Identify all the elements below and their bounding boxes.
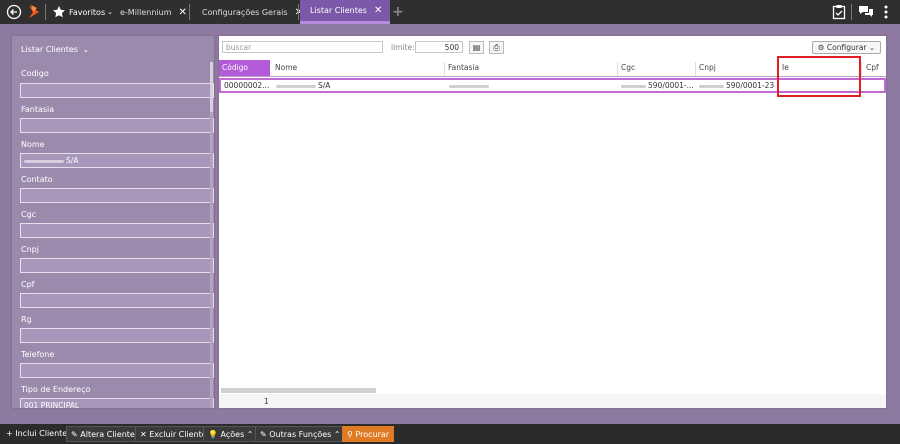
column-header-cpf[interactable]: Cpf: [863, 60, 886, 76]
cpf-input[interactable]: [20, 293, 214, 308]
acoes-button[interactable]: 💡 Ações ⌃: [203, 426, 259, 442]
limit-input[interactable]: 500: [415, 41, 463, 53]
cell-cgc: 590/0001-...: [621, 80, 695, 91]
lightbulb-icon: 💡: [208, 430, 218, 439]
cnpj-label: Cnpj: [21, 245, 39, 254]
altera-cliente-button[interactable]: ✎ Altera Cliente: [66, 426, 140, 442]
close-icon: ✕: [140, 430, 147, 439]
nome-input[interactable]: S/A: [20, 153, 214, 168]
chevron-down-icon: ⌄: [107, 8, 113, 16]
tab-e-millennium[interactable]: e-Millennium ✕: [120, 0, 187, 24]
cell-cnpj-text: 590/0001-23: [726, 81, 775, 90]
panel-scrollbar-thumb[interactable]: [210, 62, 213, 112]
tab-configuracoes-gerais[interactable]: Configurações Gerais✕: [202, 0, 303, 24]
codigo-input[interactable]: [20, 83, 214, 98]
configurar-label: Configurar: [826, 43, 867, 52]
outras-funcoes-button[interactable]: ✎ Outras Funções ⌃: [255, 426, 346, 442]
filter-panel: Listar Clientes ⌄ Codigo Fantasia Nome S…: [12, 36, 214, 408]
cell-fantasia: [449, 80, 614, 91]
search-icon: ⚲: [347, 430, 353, 439]
column-header-cgc[interactable]: Cgc: [618, 60, 695, 76]
top-bar: Favoritos ⌄ e-Millennium ✕ Configurações G…: [0, 0, 900, 24]
chevron-up-icon: ⌃: [333, 430, 341, 439]
clipboard-check-icon[interactable]: [832, 0, 846, 24]
cell-cgc-text: 590/0001-...: [648, 81, 694, 90]
inclui-cliente-button[interactable]: + Inclui Cliente: [2, 426, 71, 442]
printer-icon: ⎙: [493, 43, 500, 52]
tipo-endereco-label: Tipo de Endereço: [21, 385, 91, 394]
cgc-label: Cgc: [21, 210, 37, 219]
excluir-label: Excluir Cliente: [149, 430, 207, 439]
search-input[interactable]: buscar: [222, 41, 383, 53]
edit-icon: ✎: [71, 430, 78, 439]
outras-label: Outras Funções: [269, 430, 332, 439]
cpf-label: Cpf: [21, 280, 35, 289]
telefone-label: Telefone: [21, 350, 55, 359]
app-logo-icon[interactable]: [27, 0, 41, 24]
cell-codigo: 00000002...: [224, 81, 270, 90]
chevron-up-icon: ⌃: [246, 430, 254, 439]
cell-cpf: [866, 80, 886, 91]
add-tab-icon[interactable]: +: [392, 0, 404, 24]
procurar-button[interactable]: ⚲ Procurar: [342, 426, 395, 442]
page-number[interactable]: 1: [264, 397, 269, 406]
chevron-down-icon: ⌄: [868, 43, 876, 52]
codigo-label: Codigo: [21, 69, 49, 78]
acoes-label: Ações: [220, 430, 245, 439]
cnpj-input[interactable]: [20, 258, 214, 273]
fantasia-input[interactable]: [20, 118, 214, 133]
altera-label: Altera Cliente: [80, 430, 135, 439]
pager: 1: [219, 394, 886, 408]
export-button[interactable]: ▤: [469, 41, 484, 54]
more-vert-icon[interactable]: [884, 0, 888, 24]
rg-input[interactable]: [20, 328, 214, 343]
document-icon: ▤: [472, 43, 481, 52]
cell-nome: S/A: [276, 80, 441, 91]
back-icon[interactable]: [6, 0, 22, 24]
chat-icon[interactable]: [858, 0, 874, 24]
contato-input[interactable]: [20, 188, 214, 203]
print-button[interactable]: ⎙: [489, 41, 504, 54]
bottom-action-bar: + Inclui Cliente ✎ Altera Cliente ✕ Excl…: [0, 424, 900, 444]
favorites-star-icon[interactable]: [52, 0, 66, 24]
main-grid-panel: buscar limite: 500 ▤ ⎙ ⚙ Configurar ⌄ Có…: [219, 36, 886, 408]
favoritos-label: Favoritos: [69, 7, 106, 17]
cell-cnpj: 590/0001-23: [699, 80, 779, 91]
cgc-input[interactable]: [20, 223, 214, 238]
column-header-cnpj[interactable]: Cnpj: [696, 60, 777, 76]
tab-listar-clientes[interactable]: Listar Clientes ✕: [300, 0, 391, 24]
horizontal-scrollbar-thumb[interactable]: [221, 388, 376, 393]
panel-scrollbar[interactable]: [210, 62, 213, 408]
tab-label: Listar Clientes: [310, 6, 367, 15]
panel-title[interactable]: Listar Clientes ⌄: [21, 45, 89, 54]
column-header-nome[interactable]: Nome: [272, 60, 444, 76]
edit-icon: ✎: [260, 430, 267, 439]
gear-icon: ⚙: [817, 43, 825, 52]
close-icon[interactable]: ✕: [374, 5, 382, 16]
contato-label: Contato: [21, 175, 53, 184]
nome-value: S/A: [66, 156, 79, 165]
tab-label: e-Millennium: [120, 7, 172, 17]
fantasia-label: Fantasia: [21, 105, 55, 114]
column-header-codigo[interactable]: Código: [219, 60, 270, 76]
close-icon[interactable]: ✕: [179, 7, 187, 18]
cell-nome-text: S/A: [318, 81, 331, 90]
tab-label: Configurações Gerais: [202, 7, 288, 17]
panel-title-text: Listar Clientes: [21, 45, 78, 54]
nome-label: Nome: [21, 140, 45, 149]
tipo-endereco-select[interactable]: 001 PRINCIPAL: [20, 398, 214, 408]
limit-label: limite:: [391, 43, 415, 52]
telefone-input[interactable]: [20, 363, 214, 378]
excluir-cliente-button[interactable]: ✕ Excluir Cliente: [135, 426, 212, 442]
plus-icon: +: [6, 429, 13, 438]
column-header-fantasia[interactable]: Fantasia: [445, 60, 617, 76]
inclui-label: Inclui Cliente: [15, 429, 68, 438]
procurar-label: Procurar: [355, 430, 390, 439]
configurar-button[interactable]: ⚙ Configurar ⌄: [812, 41, 881, 54]
favoritos-menu[interactable]: Favoritos ⌄: [69, 0, 113, 24]
chevron-down-icon: ⌄: [82, 45, 90, 54]
ie-column-highlight: [777, 56, 861, 97]
rg-label: Rg: [21, 315, 32, 324]
